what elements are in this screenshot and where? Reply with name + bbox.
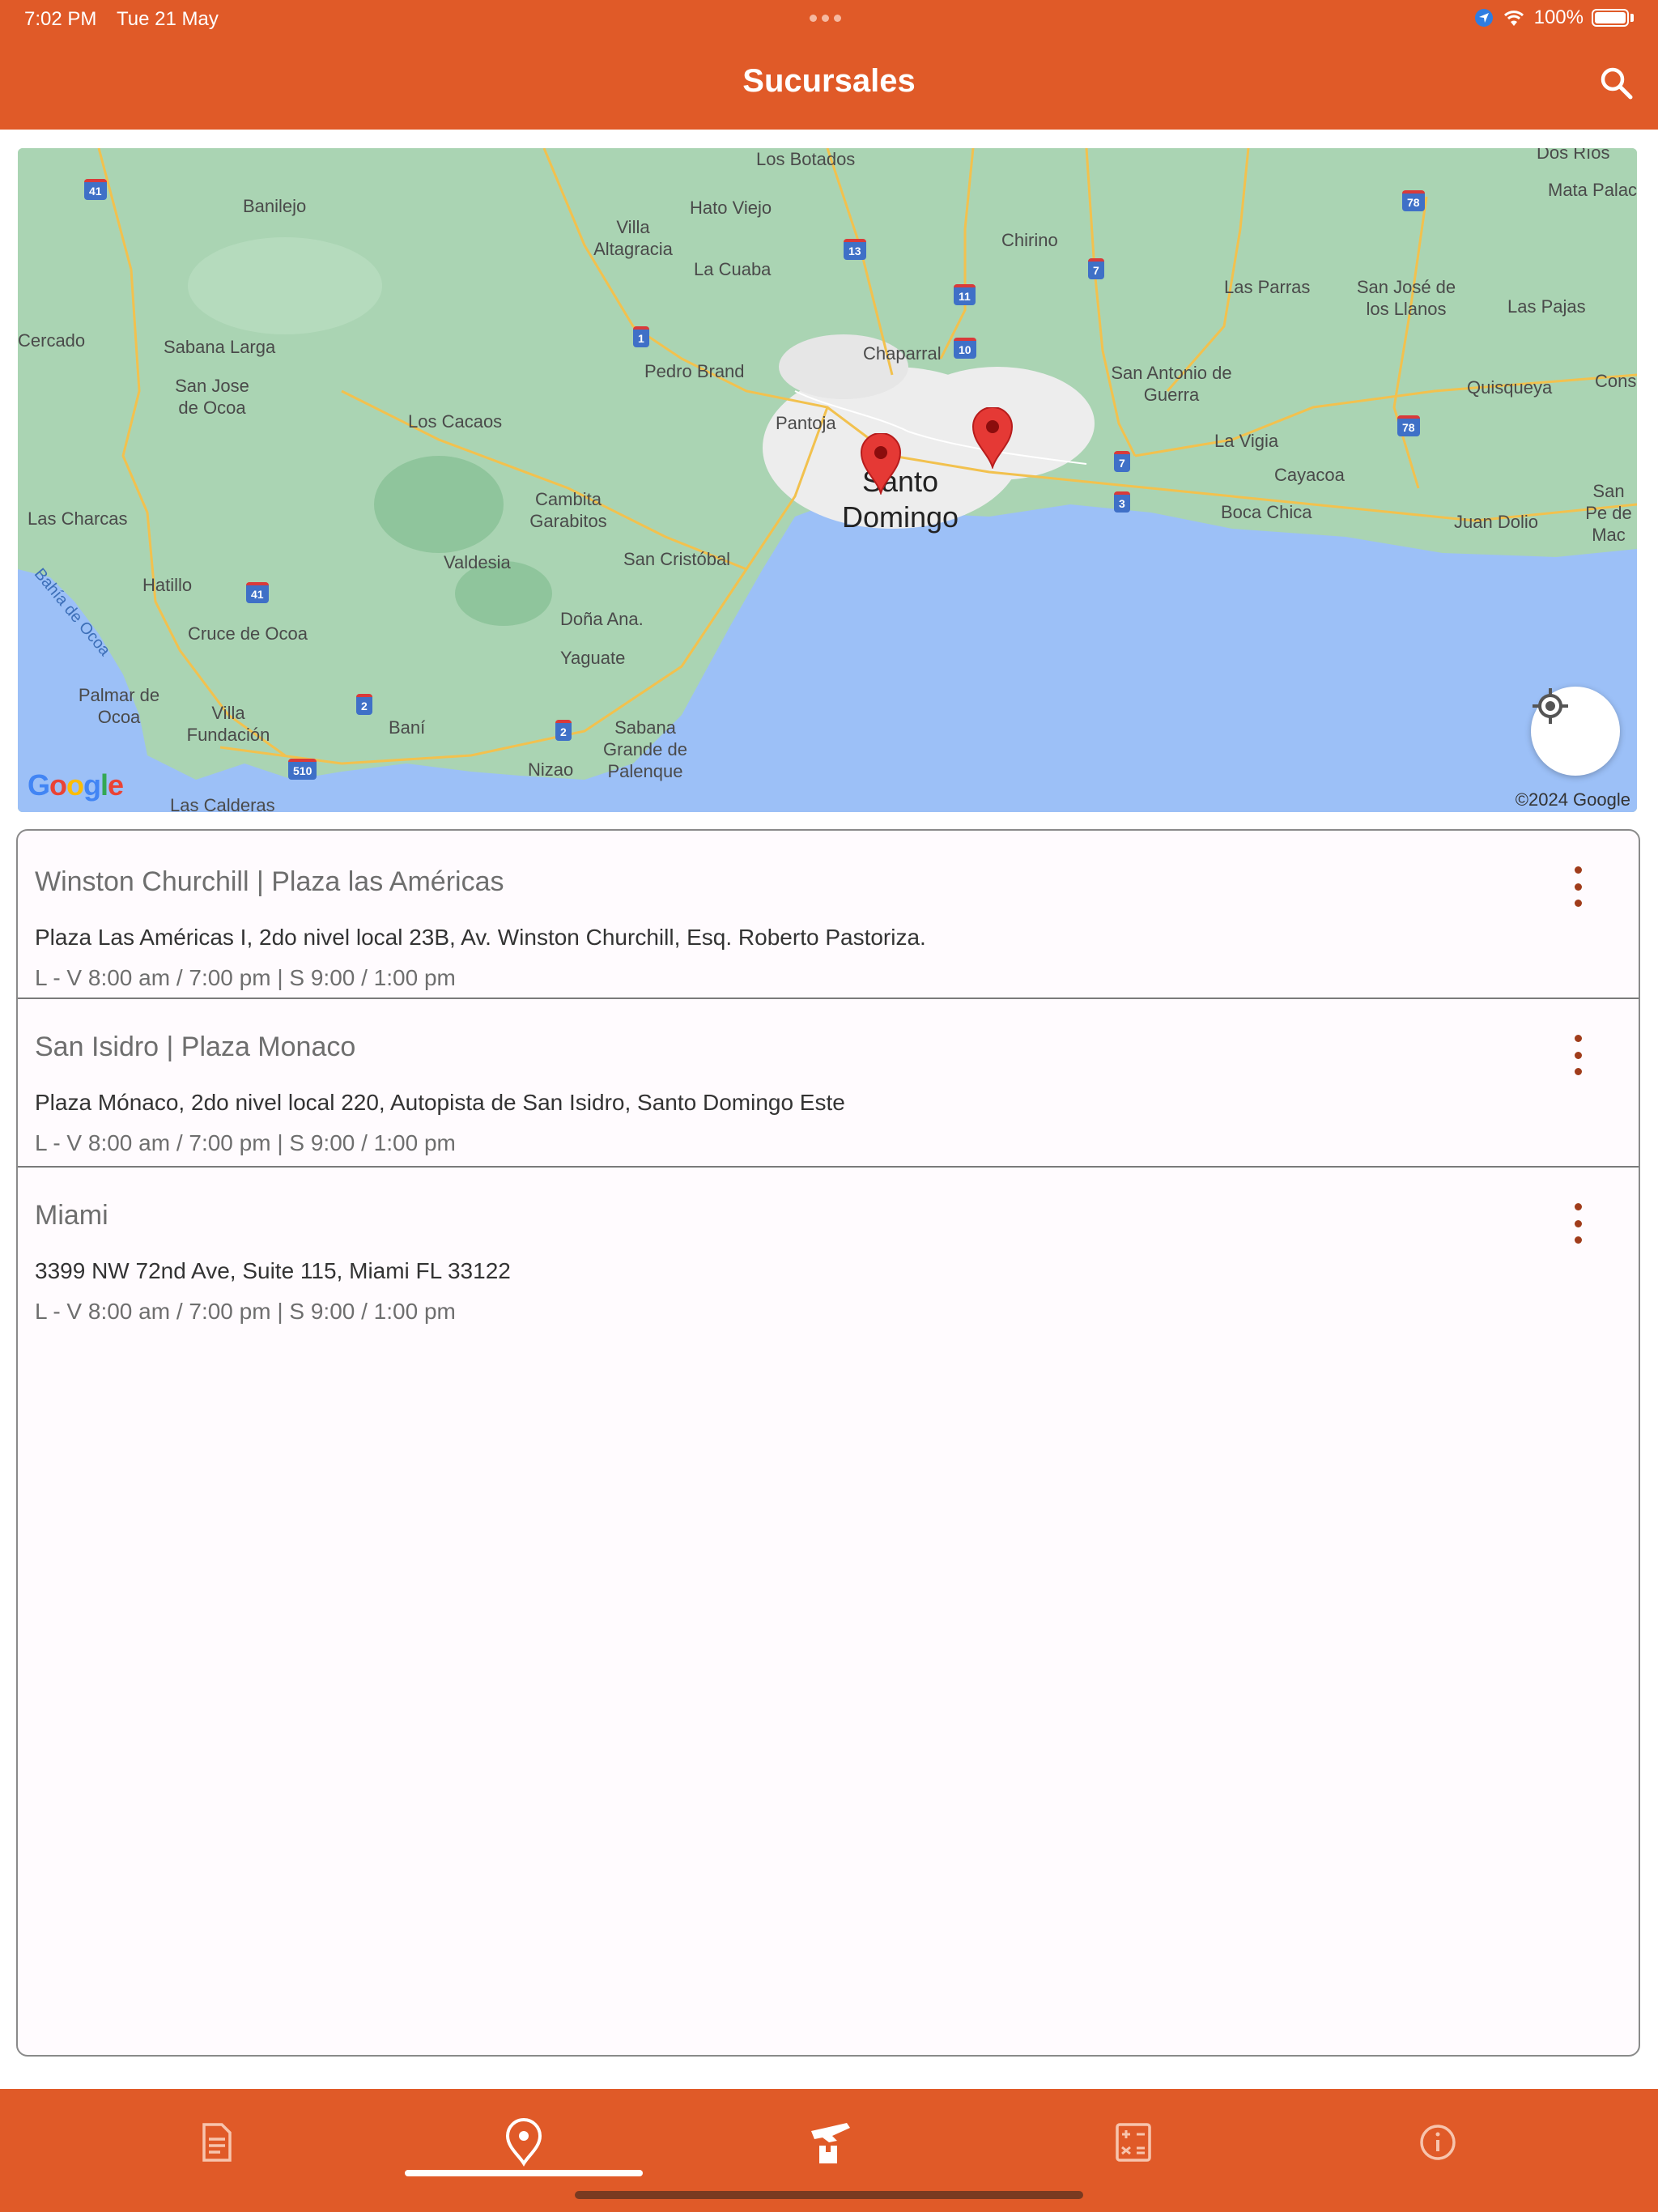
branch-address: Plaza Las Américas I, 2do nivel local 23… xyxy=(35,925,926,950)
info-icon[interactable] xyxy=(1414,2118,1462,2167)
status-bar: 7:02 PM Tue 21 May 100% xyxy=(0,0,1658,39)
map-label: Villa Fundación xyxy=(186,703,270,745)
map-label: Pantoja xyxy=(776,413,836,433)
highway-shield: 7 xyxy=(1088,258,1104,279)
battery-icon xyxy=(1592,9,1629,27)
map-label: San Pe de Mac xyxy=(1585,481,1632,545)
highway-shield: 78 xyxy=(1402,190,1425,211)
list-item[interactable]: Winston Churchill | Plaza las Américas P… xyxy=(18,831,1639,999)
map-label: Mata Palac xyxy=(1548,180,1637,200)
battery-tip xyxy=(1630,14,1634,22)
highway-shield: 41 xyxy=(84,179,107,200)
branch-name: Winston Churchill | Plaza las Américas xyxy=(35,866,504,897)
map-label: Palmar de Ocoa xyxy=(78,685,160,727)
app-bar: Sucursales xyxy=(0,39,1658,130)
map-label: Yaguate xyxy=(560,648,626,668)
home-indicator[interactable] xyxy=(575,2191,1083,2199)
document-icon[interactable] xyxy=(193,2118,241,2167)
location-pin-icon[interactable] xyxy=(500,2118,548,2167)
calculator-icon[interactable] xyxy=(1109,2118,1158,2167)
battery-percent: 100% xyxy=(1533,6,1584,28)
active-tab-indicator xyxy=(405,2170,643,2176)
map-label: Los Cacaos xyxy=(408,411,503,432)
page-title: Sucursales xyxy=(742,63,916,99)
branch-name: San Isidro | Plaza Monaco xyxy=(35,1032,356,1062)
highway-shield: 78 xyxy=(1397,415,1420,436)
wifi-icon xyxy=(1503,11,1524,26)
highway-shield: 41 xyxy=(246,582,269,603)
google-logo: Google xyxy=(28,768,124,802)
map-label: Pedro Brand xyxy=(644,361,745,381)
highway-shield: 510 xyxy=(288,759,317,780)
map-pin-icon[interactable] xyxy=(860,433,902,495)
search-icon[interactable] xyxy=(1596,63,1635,102)
map-label: Cercado xyxy=(18,330,86,351)
more-options-icon[interactable] xyxy=(1566,866,1590,907)
branch-hours: L - V 8:00 am / 7:00 pm | S 9:00 / 1:00 … xyxy=(35,965,456,990)
map-label: Hato Viejo xyxy=(690,198,772,218)
branch-name: Miami xyxy=(35,1200,108,1231)
status-date: Tue 21 May xyxy=(117,8,219,30)
list-item[interactable]: Miami 3399 NW 72nd Ave, Suite 115, Miami… xyxy=(18,1168,1639,1336)
map-label: Las Parras xyxy=(1224,277,1311,297)
map-label: Las Calderas xyxy=(170,795,275,812)
list-item[interactable]: San Isidro | Plaza Monaco Plaza Mónaco, … xyxy=(18,999,1639,1168)
map-label: Banilejo xyxy=(243,196,307,216)
branch-hours: L - V 8:00 am / 7:00 pm | S 9:00 / 1:00 … xyxy=(35,1299,456,1324)
branch-address: Plaza Mónaco, 2do nivel local 220, Autop… xyxy=(35,1090,845,1115)
more-options-icon[interactable] xyxy=(1566,1203,1590,1244)
highway-shield: 2 xyxy=(356,694,372,715)
my-location-button[interactable] xyxy=(1531,687,1620,776)
branch-hours: L - V 8:00 am / 7:00 pm | S 9:00 / 1:00 … xyxy=(35,1130,456,1155)
bottom-nav xyxy=(0,2089,1658,2212)
highway-shield: 2 xyxy=(555,720,572,741)
map-label: Cayacoa xyxy=(1274,465,1345,485)
more-options-icon[interactable] xyxy=(1566,1035,1590,1075)
map-label: Boca Chica xyxy=(1221,502,1312,522)
map-label: Baní xyxy=(389,717,426,738)
branch-address: 3399 NW 72nd Ave, Suite 115, Miami FL 33… xyxy=(35,1258,511,1283)
map-label: Doña Ana. xyxy=(560,609,644,629)
highway-shield: 11 xyxy=(954,284,976,305)
map-label: Las Pajas xyxy=(1507,296,1586,317)
highway-shield: 3 xyxy=(1114,491,1130,513)
map-label: San Antonio de Guerra xyxy=(1111,363,1232,405)
map-copyright: ©2024 Google xyxy=(1515,789,1630,810)
highway-shield: 10 xyxy=(954,338,976,359)
branch-list: Winston Churchill | Plaza las Américas P… xyxy=(16,829,1640,2057)
map-label: Chaparral xyxy=(863,343,942,364)
status-right: 100% xyxy=(1474,6,1634,29)
highway-shield: 1 xyxy=(633,326,649,347)
highway-shield: 13 xyxy=(844,239,866,260)
map-label: Cambita Garabitos xyxy=(529,489,607,531)
map-label: La Vigia xyxy=(1214,431,1279,451)
map-label: San Jose de Ocoa xyxy=(175,376,249,418)
map-pin-icon[interactable] xyxy=(971,407,1014,469)
map-label: Hatillo xyxy=(142,575,193,595)
multitasking-dots-icon[interactable] xyxy=(810,15,841,22)
crosshair-icon xyxy=(1533,688,1568,724)
status-time: 7:02 PM xyxy=(24,8,97,30)
map-view[interactable]: Los Botados Hato Viejo Villa Altagracia … xyxy=(18,148,1637,812)
map-label: Chirino xyxy=(1001,230,1058,250)
map-label: Villa Altagracia xyxy=(593,217,673,259)
map-label: Valdesia xyxy=(444,552,511,572)
map-label: Cons xyxy=(1595,371,1637,391)
map-label: San José de los Llanos xyxy=(1356,277,1456,319)
map-label: Juan Dolio xyxy=(1454,512,1538,532)
map-label: Nizao xyxy=(528,759,574,780)
map-label: Cruce de Ocoa xyxy=(188,623,308,644)
map-label: La Cuaba xyxy=(694,259,772,279)
map-label: Quisqueya xyxy=(1467,377,1553,398)
airplane-box-icon[interactable] xyxy=(805,2118,853,2167)
map-label: Los Botados xyxy=(756,149,856,169)
map-label: Las Charcas xyxy=(28,508,128,529)
location-arrow-icon xyxy=(1474,9,1493,27)
map-label: Dos Ríos xyxy=(1537,148,1610,163)
map-label: Sabana Larga xyxy=(164,337,276,357)
highway-shield: 7 xyxy=(1114,451,1130,472)
map-label: San Cristóbal xyxy=(623,549,731,569)
map-label: Sabana Grande de Palenque xyxy=(603,717,687,781)
